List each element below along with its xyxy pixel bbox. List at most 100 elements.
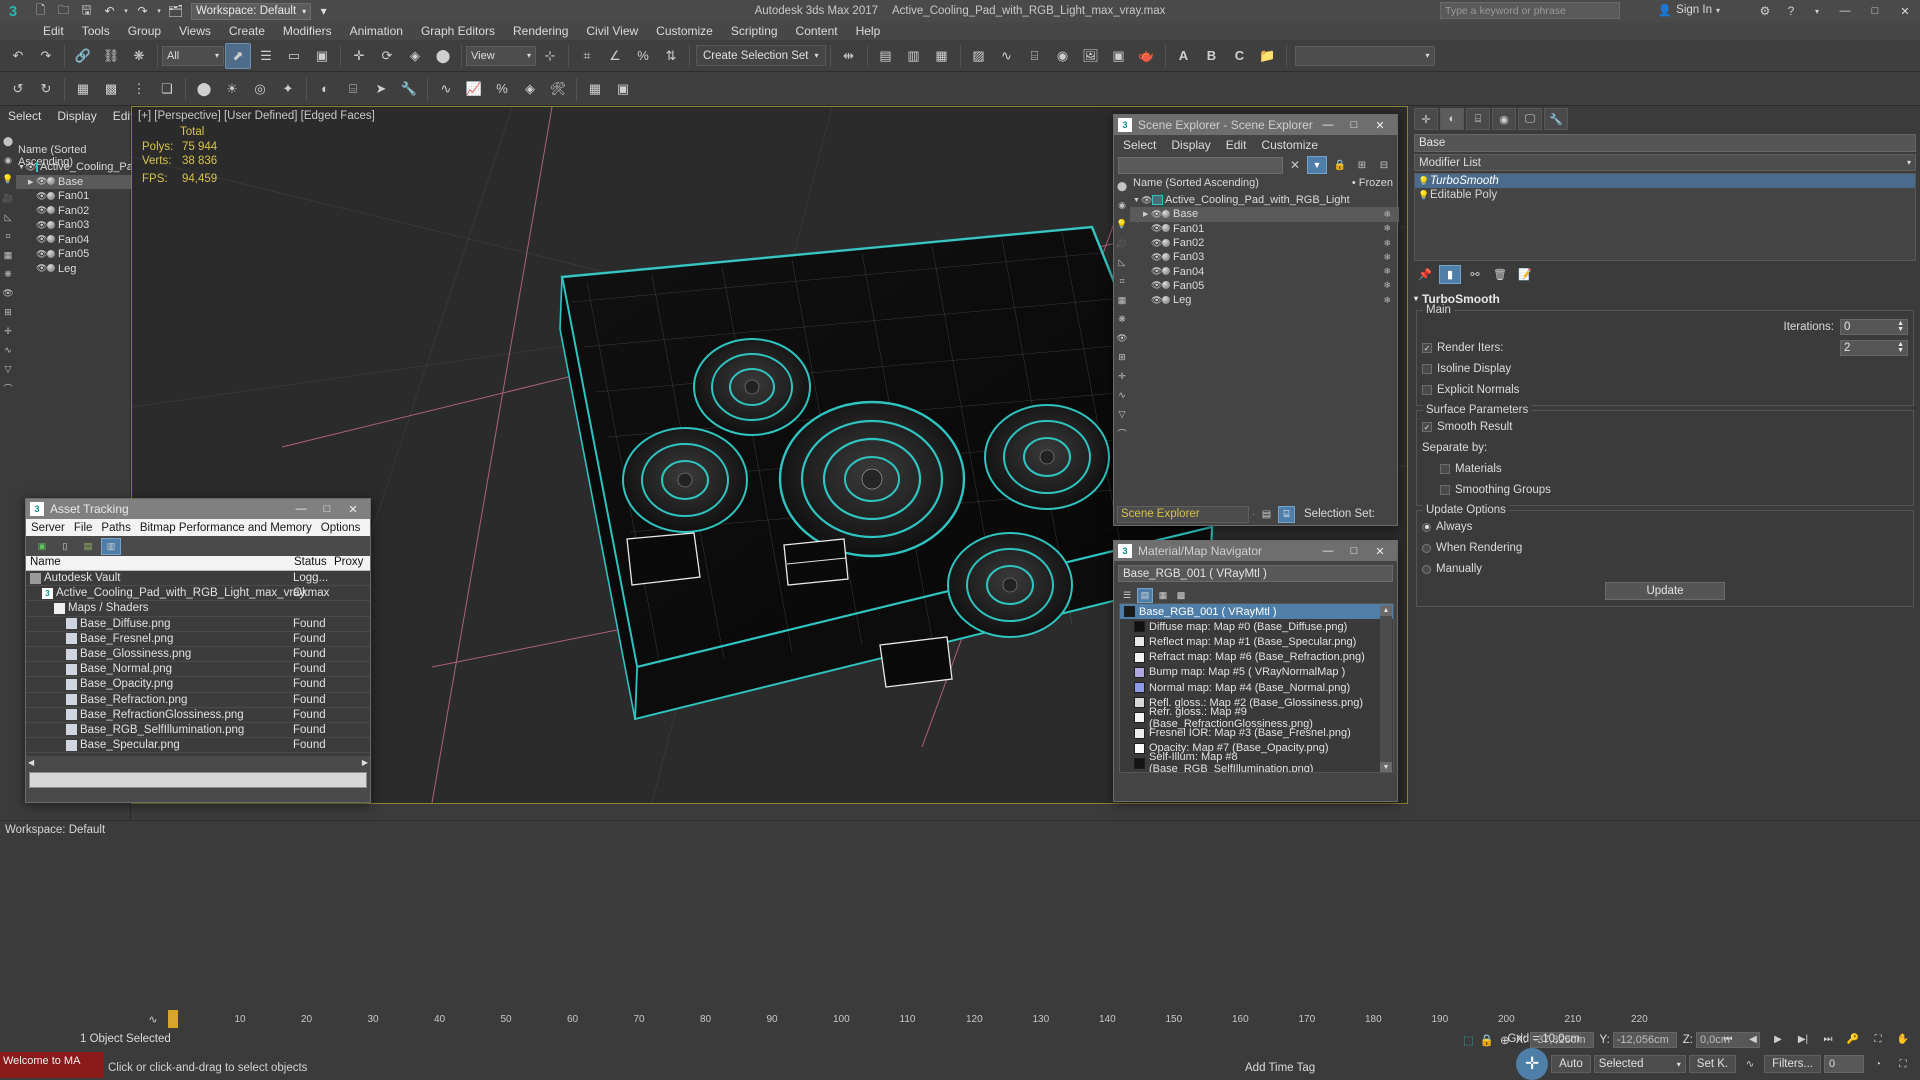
refresh-assets-icon[interactable]: ▤ — [78, 538, 98, 555]
project-folder-icon[interactable]: 🗂 — [165, 2, 186, 21]
wrench-icon[interactable]: 🛠 — [545, 76, 571, 102]
clear-search-icon[interactable]: ✕ — [1287, 158, 1303, 172]
snap-toggle-icon[interactable]: ⌗ — [574, 43, 600, 69]
scene-filter-icon-4[interactable]: ◺ — [1114, 253, 1130, 272]
asset-row[interactable]: Base_Glossiness.png Found — [26, 647, 370, 663]
menu-item-scripting[interactable]: Scripting — [722, 22, 787, 40]
menu-item-customize[interactable]: Customize — [647, 22, 722, 40]
expand-all-icon[interactable]: ⊞ — [1353, 156, 1371, 174]
expand-arrow-icon[interactable]: ▶ — [28, 178, 36, 186]
visibility-eye-icon[interactable]: 👁 — [1151, 280, 1162, 291]
freeze-snowflake-icon[interactable]: ❄ — [1383, 252, 1399, 263]
scene-explorer-row[interactable]: ▼ 👁 Active_Cooling_Pad_with_RGB_Light — [1130, 193, 1399, 207]
asset-row[interactable]: Base_Normal.png Found — [26, 662, 370, 678]
close-button[interactable]: ✕ — [1890, 0, 1920, 22]
collapse-all-icon[interactable]: ⊟ — [1375, 156, 1393, 174]
material-map-row[interactable]: Normal map: Map #4 (Base_Normal.png) — [1120, 680, 1393, 695]
scene-menu-display[interactable]: Display — [1171, 138, 1210, 152]
layers-icon[interactable]: ▤ — [1258, 506, 1275, 523]
material-map-row[interactable]: Bump map: Map #5 ( VRayNormalMap ) — [1120, 665, 1393, 680]
asset-menu-bitmap-performance-and-memory[interactable]: Bitmap Performance and Memory — [140, 522, 312, 534]
isoline-checkbox[interactable] — [1422, 364, 1432, 374]
update-option-row[interactable]: When Rendering — [1422, 539, 1908, 557]
material-map-row[interactable]: Refract map: Map #6 (Base_Refraction.png… — [1120, 650, 1393, 665]
lock-icon[interactable]: 🔒 — [1331, 156, 1349, 174]
expand-arrow-icon[interactable]: ▼ — [1133, 197, 1141, 204]
rectangular-select-icon[interactable]: ▭ — [281, 43, 307, 69]
selection-filter-combo[interactable]: All ▾ — [162, 45, 224, 66]
asset-row[interactable]: Base_Fresnel.png Found — [26, 632, 370, 647]
expand-arrow-icon[interactable]: ▼ — [18, 164, 25, 171]
modifier-stack-item[interactable]: 💡 Editable Poly — [1415, 188, 1915, 202]
save-file-icon[interactable]: 🖫 — [76, 2, 97, 21]
explorer-filter-icon-11[interactable]: ∿ — [0, 341, 16, 360]
hierarchy-icon[interactable]: ⌸ — [340, 76, 366, 102]
scene-filter-icon-9[interactable]: ⊞ — [1114, 348, 1130, 367]
material-map-row[interactable]: Refr. gloss.: Map #9 (Base_RefractionGlo… — [1120, 706, 1393, 730]
visibility-eye-icon[interactable]: 👁 — [1151, 238, 1162, 249]
visibility-eye-icon[interactable]: 👁 — [1151, 252, 1162, 263]
materials-checkbox[interactable] — [1440, 464, 1450, 474]
selected-object-name[interactable]: Base — [1414, 134, 1916, 152]
redo-view-icon[interactable]: ↻ — [33, 76, 59, 102]
scene-filter-icon-0[interactable]: ⬤ — [1114, 177, 1130, 196]
update-option-row[interactable]: Always — [1422, 518, 1908, 536]
maximize-button[interactable]: □ — [1860, 0, 1890, 22]
schematic-view-icon[interactable]: ⌸ — [1022, 43, 1048, 69]
viewport-label[interactable]: [+] [Perspective] [User Defined] [Edged … — [138, 110, 375, 122]
filters-button[interactable]: Filters... — [1764, 1055, 1821, 1073]
close-button[interactable]: ✕ — [1367, 119, 1393, 132]
scene-filter-icon-13[interactable]: ⌒ — [1114, 424, 1130, 443]
render-iters-checkbox[interactable]: ✓ — [1422, 343, 1432, 353]
maximize-button[interactable]: □ — [314, 503, 340, 516]
scene-filter-icon-10[interactable]: ✛ — [1114, 367, 1130, 386]
text-a-icon[interactable]: A — [1171, 43, 1197, 69]
render-setup-icon[interactable]: 🖼 — [1078, 43, 1104, 69]
menu-item-edit[interactable]: Edit — [34, 22, 73, 40]
minimize-button[interactable]: — — [1830, 0, 1860, 22]
select-object-icon[interactable]: ⬈ — [225, 42, 251, 69]
scene-filter-icon-6[interactable]: ▦ — [1114, 291, 1130, 310]
asset-menu-server[interactable]: Server — [31, 522, 65, 534]
explorer-filter-icon-0[interactable]: ⬤ — [0, 132, 16, 151]
add-time-tag-label[interactable]: Add Time Tag — [1245, 1062, 1315, 1074]
visibility-eye-icon[interactable]: 👁 — [36, 220, 47, 231]
scroll-left-icon[interactable]: ◀ — [28, 758, 34, 767]
freeze-snowflake-icon[interactable]: ❄ — [1383, 295, 1399, 306]
asset-menu-file[interactable]: File — [74, 522, 93, 534]
graph-icon[interactable]: 📈 — [461, 76, 487, 102]
scene-icon[interactable]: ▣ — [610, 76, 636, 102]
scene-explorer-row[interactable]: 👁 Fan01 ❄ — [1130, 222, 1399, 236]
unlink-icon[interactable]: ⛓ — [98, 43, 124, 69]
open-file-icon[interactable]: 🗀 — [53, 2, 74, 21]
scene-menu-select[interactable]: Select — [1123, 138, 1156, 152]
light-icon[interactable]: ☀ — [219, 76, 245, 102]
key-mode-icon[interactable]: 🔑 — [1842, 1030, 1864, 1049]
material-map-row[interactable]: Self-Illum: Map #8 (Base_RGB_SelfIllumin… — [1120, 751, 1393, 772]
visibility-eye-icon[interactable]: 👁 — [1151, 266, 1162, 277]
helper-icon[interactable]: ✦ — [275, 76, 301, 102]
asset-column-proxy[interactable]: Proxy — [330, 556, 370, 570]
snapshot-icon[interactable]: ▩ — [98, 76, 124, 102]
undo-icon[interactable]: ↶ — [5, 43, 31, 69]
menu-item-animation[interactable]: Animation — [341, 22, 412, 40]
freeze-snowflake-icon[interactable]: ❄ — [1383, 209, 1399, 220]
update-option-radio[interactable] — [1422, 564, 1431, 574]
scene-filter-icon-11[interactable]: ∿ — [1114, 386, 1130, 405]
minimize-button[interactable]: — — [288, 503, 314, 516]
tab-motion[interactable]: ◉ — [1492, 108, 1516, 130]
left-explorer-row[interactable]: 👁 Fan01 — [16, 189, 131, 204]
orbit-icon[interactable]: ◔ — [1867, 1055, 1889, 1074]
scene-explorer-row[interactable]: 👁 Fan04 ❄ — [1130, 264, 1399, 278]
modifier-list-dropdown[interactable]: Modifier List ▾ — [1414, 154, 1916, 171]
show-end-result-icon[interactable]: ▮ — [1439, 264, 1461, 284]
menu-item-modifiers[interactable]: Modifiers — [274, 22, 341, 40]
autodesk-account-icon[interactable]: ⚙ — [1752, 0, 1778, 22]
left-explorer-menu-select[interactable]: Select — [8, 109, 41, 123]
scene-explorer-search-input[interactable] — [1118, 156, 1283, 174]
asset-column-name[interactable]: Name — [26, 556, 290, 570]
visibility-eye-icon[interactable]: 👁 — [36, 263, 47, 274]
sign-in-button[interactable]: 👤 Sign In ▾ — [1658, 3, 1720, 17]
scene-explorer-row[interactable]: 👁 Leg ❄ — [1130, 293, 1399, 307]
rollout-header[interactable]: ▾ TurboSmooth — [1414, 291, 1916, 306]
